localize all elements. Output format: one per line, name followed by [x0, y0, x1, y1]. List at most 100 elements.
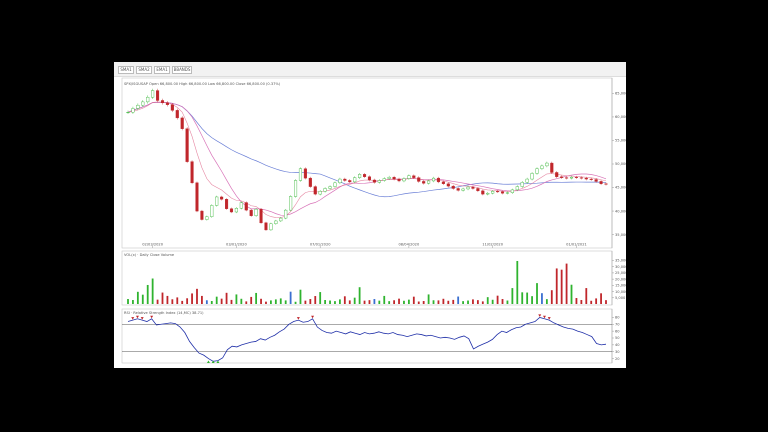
candle	[599, 181, 603, 184]
candle	[358, 174, 362, 178]
candle	[569, 176, 574, 179]
candle	[141, 101, 145, 106]
volume-bar	[432, 300, 435, 304]
volume-y-tick-label: 20,000	[615, 277, 626, 281]
candle	[244, 202, 248, 211]
volume-bar	[565, 263, 568, 304]
candle	[249, 209, 253, 216]
candle	[496, 191, 500, 193]
volume-bar	[403, 300, 405, 304]
volume-bar	[388, 301, 391, 304]
volume-bar	[472, 299, 474, 304]
volume-bar	[156, 299, 159, 304]
volume-bar	[294, 301, 297, 304]
rsi-y-tick-label: 60	[615, 329, 620, 333]
candle	[338, 178, 342, 184]
price-y-tick-label: 55,000	[615, 139, 626, 143]
x-tick-label: 03/01/2020	[226, 243, 247, 247]
volume-bar	[348, 300, 351, 304]
candle	[185, 128, 189, 162]
candle	[594, 179, 598, 182]
volume-bar	[324, 300, 327, 304]
candle	[160, 100, 165, 104]
volume-bar	[191, 293, 193, 304]
candle	[170, 104, 174, 111]
volume-bar	[605, 300, 607, 304]
volume-y-tick-label: 15,000	[615, 284, 626, 288]
volume-bar	[550, 290, 553, 304]
candle	[436, 177, 440, 183]
candle	[279, 217, 283, 222]
chart-svg: SPX/ISGUSAP Open 66,800.00 High 66,800.0…	[121, 77, 626, 364]
candle	[540, 165, 544, 169]
candle	[446, 183, 450, 187]
volume-bar	[555, 268, 558, 304]
volume-y-tick-label: 25,000	[615, 271, 626, 275]
volume-bar	[545, 299, 548, 304]
candle	[604, 183, 608, 185]
volume-bar	[220, 298, 223, 304]
candle	[476, 188, 480, 192]
volume-bar	[270, 300, 272, 304]
volume-bar	[136, 291, 139, 304]
candle	[146, 96, 150, 103]
candle	[525, 178, 529, 183]
candle	[510, 189, 514, 193]
volume-bar	[225, 292, 228, 304]
candle	[402, 178, 406, 182]
price-y-tick-label: 40,000	[615, 209, 626, 213]
volume-bar	[536, 283, 538, 304]
candle	[239, 202, 243, 209]
volume-bar	[309, 299, 312, 304]
candle	[520, 182, 524, 187]
x-tick-label: 11/02/2020	[482, 243, 503, 247]
volume-bar	[541, 293, 543, 304]
candle	[417, 177, 421, 182]
volume-bar	[393, 300, 396, 304]
x-tick-label: 07/01/2020	[310, 243, 331, 247]
volume-bar	[526, 292, 529, 304]
volume-bar	[260, 298, 262, 304]
candle	[298, 168, 303, 181]
volume-bar	[521, 292, 524, 304]
volume-bar	[595, 298, 598, 304]
volume-bar	[284, 300, 287, 304]
price-y-tick-label: 35,000	[615, 233, 626, 237]
candle	[343, 178, 347, 181]
volume-bar	[383, 295, 386, 304]
candle	[284, 209, 288, 219]
candle	[156, 90, 160, 101]
candle	[545, 162, 549, 167]
candle	[535, 168, 539, 174]
candle	[441, 181, 445, 184]
volume-bar	[368, 300, 371, 304]
rsi-panel-header: RSI · Relative Strength Index (14,MC) 38…	[124, 311, 204, 315]
candle	[289, 196, 293, 211]
volume-bar	[127, 299, 129, 304]
volume-bar	[314, 296, 317, 304]
rsi-y-tick-label: 50	[615, 336, 620, 340]
candle	[422, 181, 426, 184]
candle	[210, 205, 214, 217]
candle	[136, 104, 140, 109]
candle	[200, 210, 204, 220]
candle	[225, 199, 229, 209]
candle	[254, 208, 258, 216]
volume-bar	[230, 299, 233, 304]
volume-bar	[467, 300, 469, 304]
candle	[348, 180, 352, 183]
volume-bar	[338, 299, 341, 304]
candle	[353, 177, 357, 183]
price-y-tick-label: 50,000	[615, 162, 626, 166]
volume-bar	[486, 297, 489, 304]
candle	[323, 188, 327, 192]
volume-bar	[201, 295, 203, 304]
volume-bar	[240, 298, 243, 304]
volume-bar	[299, 289, 302, 304]
volume-bar	[329, 300, 331, 304]
x-tick-label: 02/03/2020	[142, 243, 163, 247]
candle	[165, 102, 169, 105]
volume-bar	[146, 284, 149, 304]
candle	[451, 185, 455, 189]
volume-bar	[481, 301, 484, 304]
